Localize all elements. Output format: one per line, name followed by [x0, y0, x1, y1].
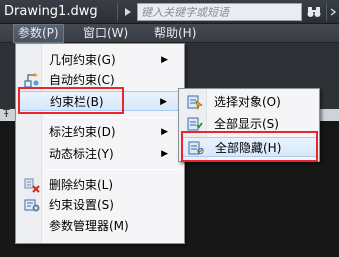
menu-separator	[46, 117, 180, 118]
chevron-right-icon: ▶	[160, 97, 167, 107]
menu-item-label: 几何约束(G)	[49, 53, 116, 67]
title-bar: Drawing1.dwg	[0, 0, 339, 24]
menu-item-geometric-constraints[interactable]: 几何约束(G) ▶	[18, 50, 182, 70]
auto-constrain-icon	[24, 72, 40, 88]
menu-item-label: 删除约束(L)	[49, 178, 114, 192]
binoculars-icon[interactable]	[306, 3, 322, 21]
menu-item-dimensional-constraints[interactable]: 标注约束(D) ▶	[18, 122, 182, 142]
menu-item-delete-constraints[interactable]: 删除约束(L)	[18, 175, 182, 195]
menu-help[interactable]: 帮助(H)	[150, 24, 200, 43]
menu-bar: 参数(P) 窗口(W) 帮助(H)	[0, 24, 339, 43]
submenu-item-label: 选择对象(O)	[214, 95, 281, 109]
chevron-right-icon: ▶	[161, 55, 168, 65]
submenu-item-select-objects[interactable]: 选择对象(O)	[181, 92, 317, 112]
search-box[interactable]	[137, 3, 302, 21]
menu-separator	[46, 169, 180, 170]
delete-constraint-icon	[24, 177, 40, 193]
highlight-box-hide-all	[181, 131, 318, 162]
menu-item-parameters-manager[interactable]: 参数管理器(M)	[18, 216, 182, 236]
menu-item-constraint-settings[interactable]: 约束设置(S)	[18, 195, 182, 215]
chevron-right-icon: ▶	[161, 149, 168, 159]
title-separator	[117, 3, 118, 21]
parameters-menu: 几何约束(G) ▶ 自动约束(C) 约束栏(B) ▶ 标注约束(D) ▶ 动态标…	[15, 43, 185, 244]
menu-item-label: 约束设置(S)	[49, 198, 114, 212]
title-more-arrow-icon[interactable]	[326, 3, 339, 21]
constraint-settings-icon	[24, 197, 40, 213]
menu-item-dynamic-dimensions[interactable]: 动态标注(Y) ▶	[18, 144, 182, 164]
document-title: Drawing1.dwg	[4, 4, 98, 19]
menu-window[interactable]: 窗口(W)	[79, 24, 132, 43]
show-all-icon	[187, 116, 203, 132]
search-input[interactable]	[138, 4, 301, 20]
highlight-box-constraint-bar	[18, 87, 124, 114]
menu-item-label: 参数管理器(M)	[49, 219, 129, 233]
expand-arrow-icon[interactable]	[121, 3, 135, 21]
chevron-right-icon: ▶	[161, 127, 168, 137]
menu-item-label: 动态标注(Y)	[49, 147, 114, 161]
select-objects-icon	[187, 94, 203, 111]
menu-parameters[interactable]: 参数(P)	[13, 24, 64, 43]
ribbon-glyph: Ŧ	[3, 107, 10, 120]
menu-item-label: 标注约束(D)	[49, 125, 116, 139]
